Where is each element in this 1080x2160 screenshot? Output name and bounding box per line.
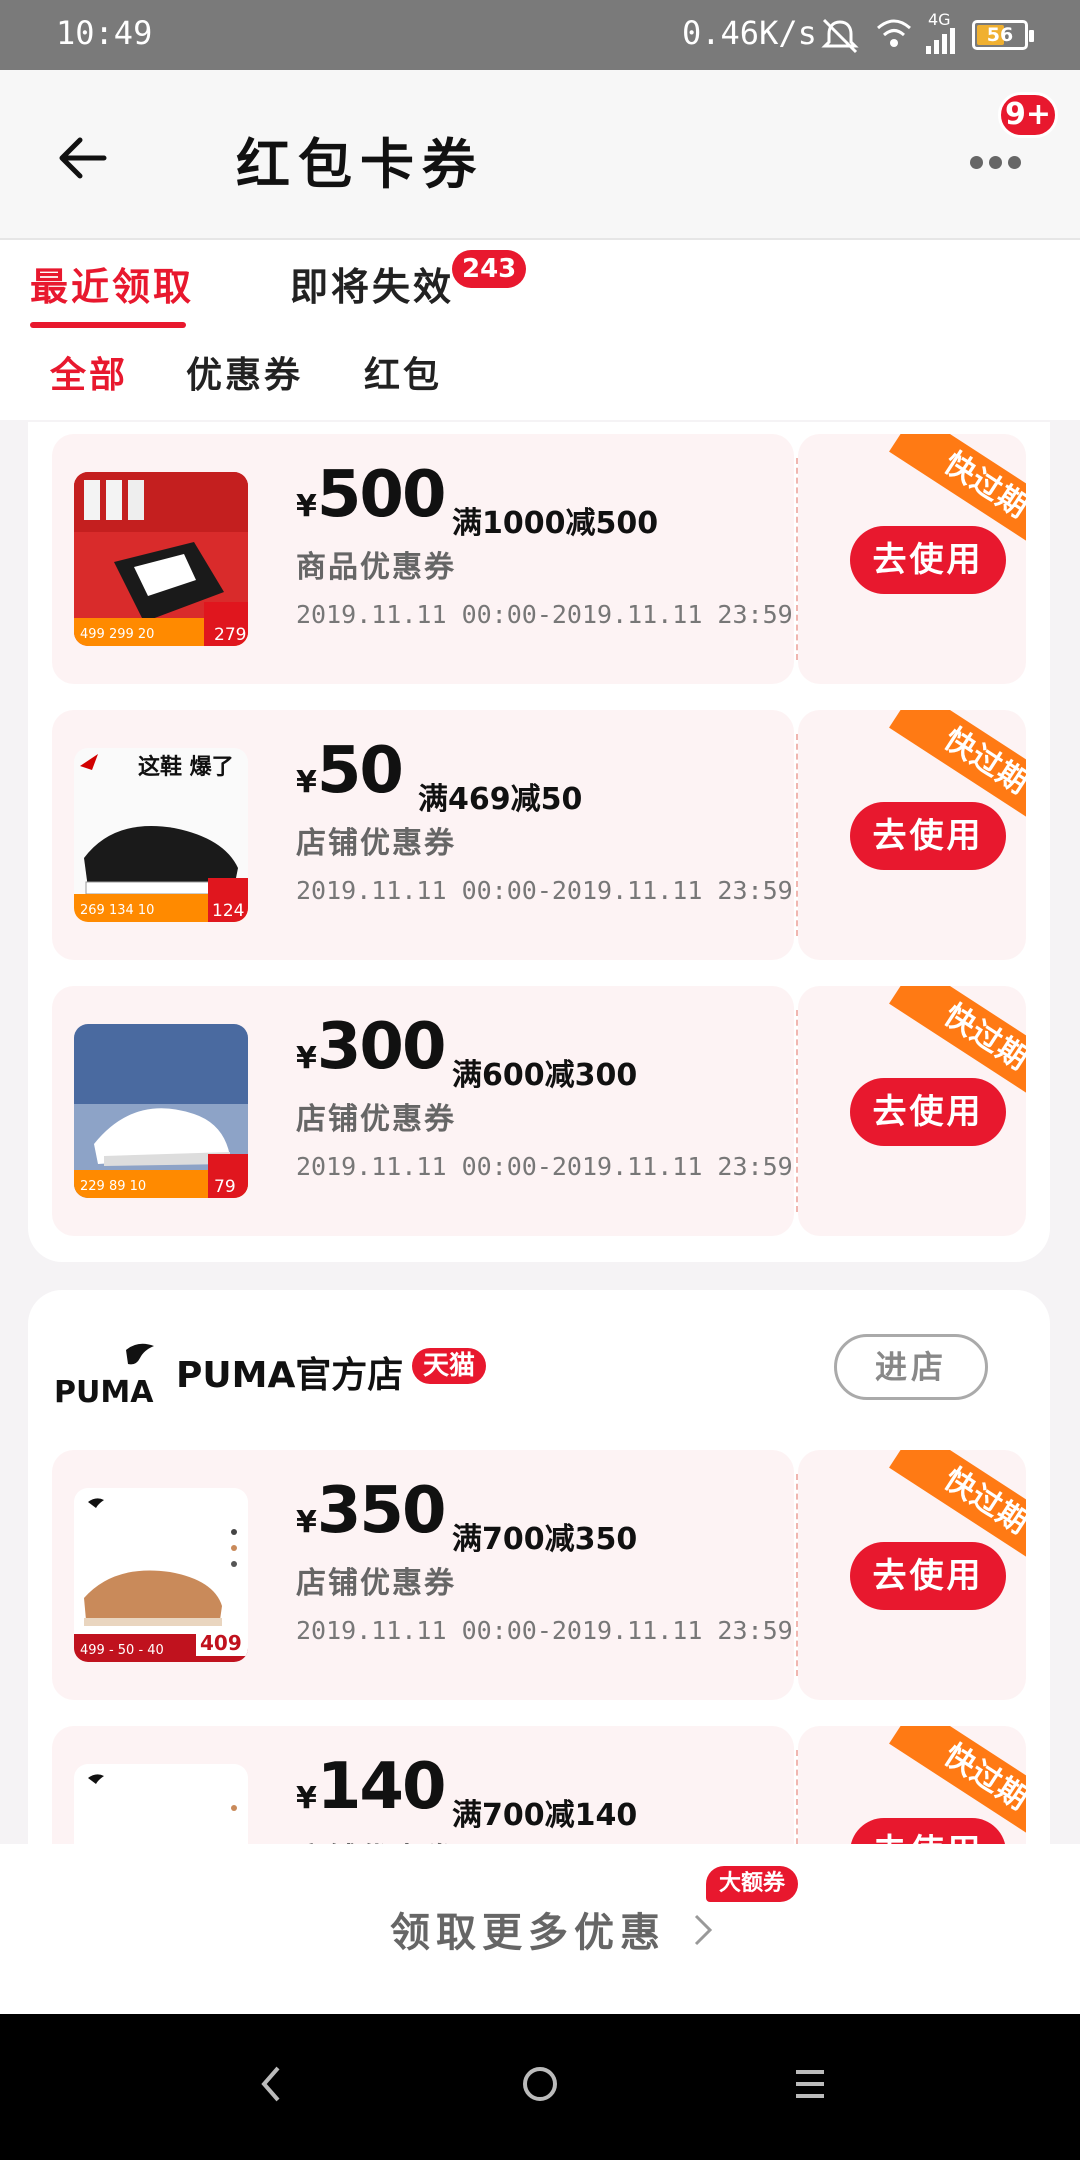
product-thumbnail[interactable]: 409 499 - 50 - 40 (74, 1488, 248, 1662)
tmall-badge: 天猫 (412, 1348, 486, 1384)
use-coupon-button[interactable]: 去使用 (850, 1078, 1006, 1146)
coupon-amount: ¥350 (296, 1474, 446, 1548)
coupon-condition: 满700减140 (452, 1798, 638, 1833)
wifi-icon (877, 19, 911, 47)
product-thumbnail[interactable]: 这鞋 爆了 124 269 134 10 (74, 748, 248, 922)
filter-all[interactable]: 全部 (50, 346, 128, 398)
system-nav-bar (0, 2014, 1080, 2160)
coupon-validity: 2019.11.11 00:00-2019.11.11 23:59 (296, 600, 793, 629)
signal-icon (926, 28, 955, 54)
puma-logo[interactable]: PUMA (52, 1336, 172, 1416)
battery-level: 56 (986, 24, 1014, 46)
notification-badge: 9+ (998, 92, 1058, 138)
svg-text:124: 124 (212, 901, 244, 921)
svg-text:269 134 10: 269 134 10 (80, 903, 154, 918)
svg-text:409: 409 (200, 1631, 242, 1655)
active-tab-indicator (30, 322, 186, 328)
tab-recent[interactable]: 最近领取 (30, 256, 194, 311)
coupon-condition: 满1000减500 (452, 506, 659, 541)
coupon-validity: 2019.11.11 00:00-2019.11.11 23:59 (296, 1152, 793, 1181)
product-thumbnail[interactable]: 279 499 299 20 (74, 472, 248, 646)
status-bar: 10:49 0.46K/s 4G 56 (0, 0, 1080, 70)
more-menu-icon[interactable] (970, 154, 1030, 174)
svg-text:PUMA: PUMA (54, 1375, 154, 1410)
shop-coupon-group: PUMA PUMA官方店 天猫 进店 409 499 - 50 - 40 ¥35… (28, 1290, 1050, 1976)
coupon-amount: ¥500 (296, 458, 446, 532)
big-coupon-badge: 大额券 (706, 1866, 798, 1902)
filter-coupons[interactable]: 优惠券 (186, 346, 303, 398)
svg-text:79: 79 (214, 1177, 236, 1197)
coupon-card: 279 499 299 20 ¥500 满1000减500 商品优惠券 2019… (52, 434, 1026, 684)
svg-text:499 299 20: 499 299 20 (80, 627, 154, 642)
svg-text:499 - 50 - 40: 499 - 50 - 40 (80, 1643, 164, 1658)
nav-menu-icon[interactable] (792, 2062, 828, 2106)
use-coupon-button[interactable]: 去使用 (850, 802, 1006, 870)
coupon-type: 商品优惠券 (296, 550, 456, 585)
app-header: 红包卡券 9+ (0, 70, 1080, 240)
coupon-condition: 满600减300 (452, 1058, 638, 1093)
mute-bell-icon (821, 18, 859, 54)
expiring-count-badge: 243 (452, 250, 527, 288)
svg-text:279: 279 (214, 625, 246, 645)
coupon-condition: 满469减50 (418, 782, 583, 817)
coupon-amount: ¥50 (296, 734, 404, 808)
battery-icon: 56 (972, 20, 1034, 50)
coupon-type: 店铺优惠券 (296, 826, 456, 861)
coupon-card: 这鞋 爆了 124 269 134 10 ¥50 满469减50 店铺优惠券 2… (52, 710, 1026, 960)
back-arrow-icon[interactable] (52, 128, 112, 188)
filter-bar: 全部 优惠券 红包 (0, 330, 1080, 420)
tab-expiring[interactable]: 即将失效 (290, 256, 454, 311)
nav-back-icon[interactable] (256, 2062, 286, 2106)
page-title: 红包卡券 (236, 133, 484, 196)
coupon-type: 店铺优惠券 (296, 1566, 456, 1601)
shop-name[interactable]: PUMA官方店 (176, 1346, 403, 1398)
network-speed: 0.46K/s (682, 14, 817, 52)
coupon-amount: ¥140 (296, 1750, 446, 1824)
more-deals-bar: 领取更多优惠 大额券 (0, 1844, 1080, 2014)
coupon-validity: 2019.11.11 00:00-2019.11.11 23:59 (296, 876, 793, 905)
nav-home-icon[interactable] (520, 2062, 560, 2106)
coupon-type: 店铺优惠券 (296, 1102, 456, 1137)
status-time: 10:49 (56, 14, 153, 52)
coupon-amount: ¥300 (296, 1010, 446, 1084)
coupon-card: 409 499 - 50 - 40 ¥350 满700减350 店铺优惠券 20… (52, 1450, 1026, 1700)
use-coupon-button[interactable]: 去使用 (850, 526, 1006, 594)
coupon-card: 79 229 89 10 ¥300 满600减300 店铺优惠券 2019.11… (52, 986, 1026, 1236)
enter-shop-button[interactable]: 进店 (834, 1334, 988, 1400)
filter-red-packets[interactable]: 红包 (364, 346, 442, 398)
tab-bar: 最近领取 即将失效 243 (0, 240, 1080, 330)
more-deals-link[interactable]: 领取更多优惠 (390, 1900, 666, 1958)
coupon-condition: 满700减350 (452, 1522, 638, 1557)
svg-text:这鞋 爆了: 这鞋 爆了 (138, 754, 234, 780)
coupon-validity: 2019.11.11 00:00-2019.11.11 23:59 (296, 1616, 793, 1645)
svg-text:229 89 10: 229 89 10 (80, 1179, 146, 1194)
coupon-group: 279 499 299 20 ¥500 满1000减500 商品优惠券 2019… (28, 422, 1050, 1262)
product-thumbnail[interactable]: 79 229 89 10 (74, 1024, 248, 1198)
chevron-right-icon[interactable] (686, 1910, 720, 1950)
use-coupon-button[interactable]: 去使用 (850, 1542, 1006, 1610)
